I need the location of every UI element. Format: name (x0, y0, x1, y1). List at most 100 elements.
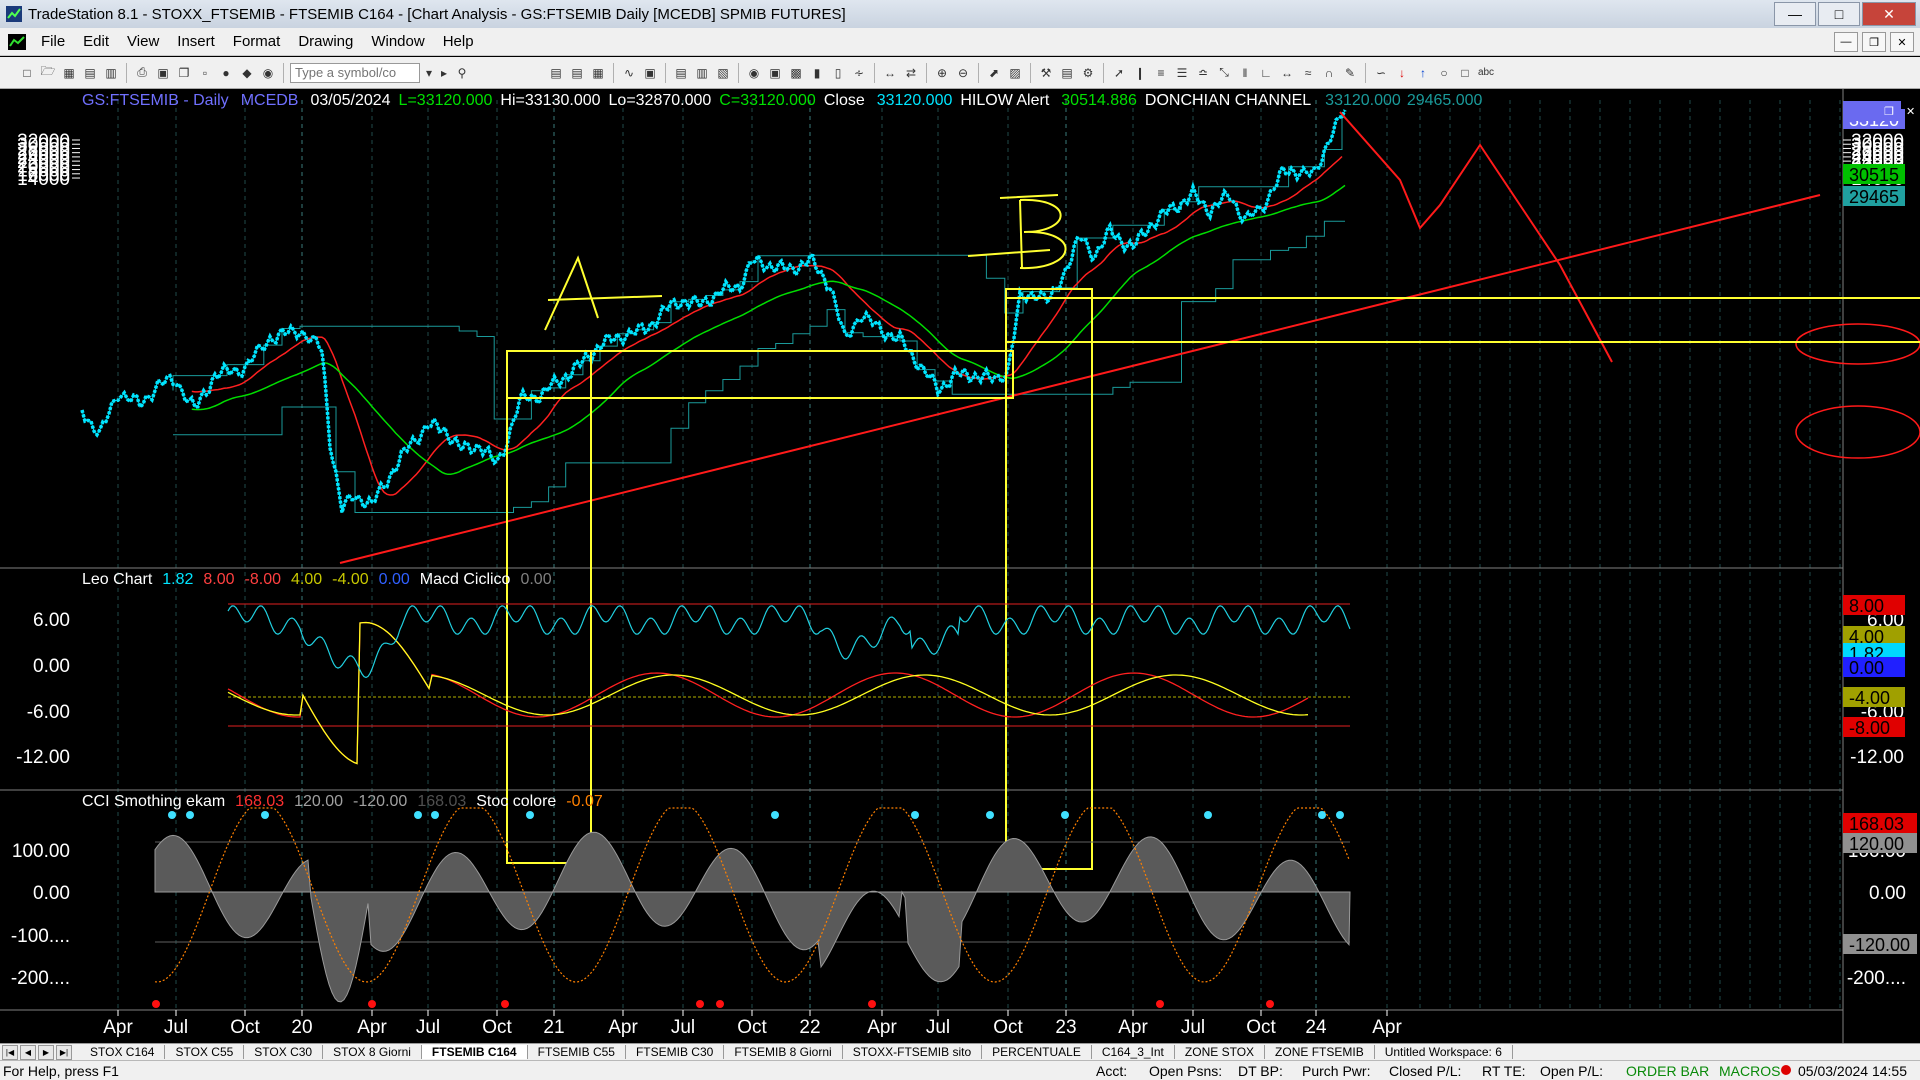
print-icon[interactable]: ⎙ (133, 64, 151, 82)
macros-toggle[interactable]: MACROS (1719, 1063, 1780, 1079)
save-icon[interactable]: ▦ (60, 64, 78, 82)
mini-window-restore-icon[interactable]: ❐ (1884, 106, 1894, 118)
zoom-in-icon[interactable]: ⊕ (933, 64, 951, 82)
new-file-icon[interactable]: □ (18, 64, 36, 82)
radar-icon[interactable]: ▥ (693, 64, 711, 82)
tools-icon[interactable]: ⚒ (1037, 64, 1055, 82)
color-icon[interactable]: ◉ (259, 64, 277, 82)
menu-view[interactable]: View (118, 33, 168, 50)
text-icon[interactable]: abc (1477, 64, 1495, 82)
insert-study-icon[interactable]: ▨ (1006, 64, 1024, 82)
window-layout-icon[interactable]: ▤ (568, 64, 586, 82)
regression-icon[interactable]: ∟ (1257, 64, 1275, 82)
candle-icon[interactable]: ▯ (829, 64, 847, 82)
news-icon[interactable]: ▣ (766, 64, 784, 82)
tab-first-icon[interactable]: |◀ (2, 1044, 18, 1060)
menu-file[interactable]: File (32, 33, 74, 50)
compress-icon[interactable]: ⇄ (902, 64, 920, 82)
arrow-down-icon[interactable]: ↓ (1393, 64, 1411, 82)
tab-prev-icon[interactable]: ◀ (20, 1044, 36, 1060)
order-bar-toggle[interactable]: ORDER BAR (1626, 1063, 1709, 1079)
open-folder-icon[interactable]: 🗁 (39, 64, 57, 82)
toolbar-separator (126, 62, 127, 83)
workspace-tab[interactable]: STOX C55 (165, 1045, 245, 1059)
pointer-icon[interactable]: ⬈ (985, 64, 1003, 82)
chart-icon[interactable]: ▤ (672, 64, 690, 82)
mini-window-close-icon[interactable]: ✕ (1906, 106, 1915, 118)
scroll-icon[interactable]: ↔ (881, 64, 899, 82)
speed-lines-icon[interactable]: ≈ (1299, 64, 1317, 82)
copy-icon[interactable]: ❐ (175, 64, 193, 82)
window-layout-icon[interactable]: ▤ (547, 64, 565, 82)
mdi-close-button[interactable]: ✕ (1890, 32, 1914, 52)
menu-window[interactable]: Window (362, 33, 433, 50)
workspace-tab[interactable]: STOX C30 (244, 1045, 324, 1059)
menu-help[interactable]: Help (434, 33, 483, 50)
workspace-tab[interactable]: FTSEMIB C164 (421, 1045, 528, 1059)
horizontal-line-icon[interactable]: ≡ (1152, 64, 1170, 82)
workspace-tab[interactable]: PERCENTUALE (982, 1045, 1092, 1059)
chart-window-icon[interactable]: ▩ (787, 64, 805, 82)
tick-icon[interactable]: ∻ (850, 64, 868, 82)
menu-format[interactable]: Format (224, 33, 290, 50)
mdi-minimize-button[interactable]: — (1834, 32, 1858, 52)
workspace-tab[interactable]: C164_3_Int (1092, 1045, 1175, 1059)
go-arrow-icon[interactable]: ▸ (438, 64, 450, 82)
ellipse-icon[interactable]: ○ (1435, 64, 1453, 82)
workspace-tab[interactable]: STOX 8 Giorni (323, 1045, 422, 1059)
time-axis-label: 21 (543, 1017, 564, 1038)
arc-icon[interactable]: ∩ (1320, 64, 1338, 82)
signal-dot-top (771, 811, 779, 819)
menu-insert[interactable]: Insert (168, 33, 224, 50)
workspace-tab[interactable]: ZONE STOX (1175, 1045, 1266, 1059)
channel-icon[interactable]: ‖ (1236, 64, 1254, 82)
workspace-tab[interactable]: FTSEMIB C30 (626, 1045, 725, 1059)
arrow-line-icon[interactable]: ↔ (1278, 64, 1296, 82)
gann-icon[interactable]: ≏ (1194, 64, 1212, 82)
strategy-icon[interactable]: ▣ (641, 64, 659, 82)
lock-icon[interactable]: ● (217, 64, 235, 82)
paste-icon[interactable]: ▫ (196, 64, 214, 82)
settings-icon[interactable]: ⚙ (1079, 64, 1097, 82)
close-button[interactable]: ✕ (1862, 2, 1916, 26)
signal-dot-top (431, 811, 439, 819)
link-icon[interactable]: ◆ (238, 64, 256, 82)
minimize-button[interactable]: — (1774, 2, 1816, 26)
workspace-tab[interactable]: FTSEMIB C55 (528, 1045, 626, 1059)
workspace-tab[interactable]: FTSEMIB 8 Giorni (724, 1045, 843, 1059)
free-draw-icon[interactable]: ∽ (1372, 64, 1390, 82)
scanner-icon[interactable]: ◉ (745, 64, 763, 82)
arrow-up-icon[interactable]: ↑ (1414, 64, 1432, 82)
fib-icon[interactable]: ☰ (1173, 64, 1191, 82)
workspace-icon[interactable]: ▤ (81, 64, 99, 82)
chart-analysis-area[interactable]: GS:FTSEMIB - Daily MCEDB 03/05/2024 L=33120… (0, 89, 1920, 1043)
andrews-icon[interactable]: ⤡ (1215, 64, 1233, 82)
print-preview-icon[interactable]: ▣ (154, 64, 172, 82)
grid-icon[interactable]: ▦ (589, 64, 607, 82)
rectangle-icon[interactable]: □ (1456, 64, 1474, 82)
workspace-tab[interactable]: STOX C164 (80, 1045, 166, 1059)
workspace-tab[interactable]: STOXX-FTSEMIB sito (843, 1045, 983, 1059)
matrix-icon[interactable]: ▧ (714, 64, 732, 82)
folder-icon[interactable]: ▥ (102, 64, 120, 82)
data-window-icon[interactable]: ▤ (1058, 64, 1076, 82)
mdi-restore-button[interactable]: ❐ (1862, 32, 1886, 52)
tab-next-icon[interactable]: ▶ (38, 1044, 54, 1060)
vertical-line-icon[interactable]: ❙ (1131, 64, 1149, 82)
maximize-button[interactable]: □ (1818, 2, 1860, 26)
trendline-icon[interactable]: ➚ (1110, 64, 1128, 82)
indicator-icon[interactable]: ∿ (620, 64, 638, 82)
time-axis-label: Jul (1181, 1017, 1205, 1038)
zoom-out-icon[interactable]: ⊖ (954, 64, 972, 82)
symbol-input[interactable] (290, 62, 420, 83)
symbol-dropdown-icon[interactable]: ▾ (423, 64, 435, 82)
pencil-icon[interactable]: ✎ (1341, 64, 1359, 82)
tab-last-icon[interactable]: ▶| (56, 1044, 72, 1060)
workspace-tab[interactable]: Untitled Workspace: 6 (1375, 1045, 1513, 1059)
workspace-tab[interactable]: ZONE FTSEMIB (1265, 1045, 1375, 1059)
symbol-lookup-icon[interactable]: ⚲ (453, 64, 471, 82)
time-axis-label: Apr (608, 1017, 638, 1038)
menu-drawing[interactable]: Drawing (289, 33, 362, 50)
bar-chart-icon[interactable]: ▮ (808, 64, 826, 82)
menu-edit[interactable]: Edit (74, 33, 118, 50)
